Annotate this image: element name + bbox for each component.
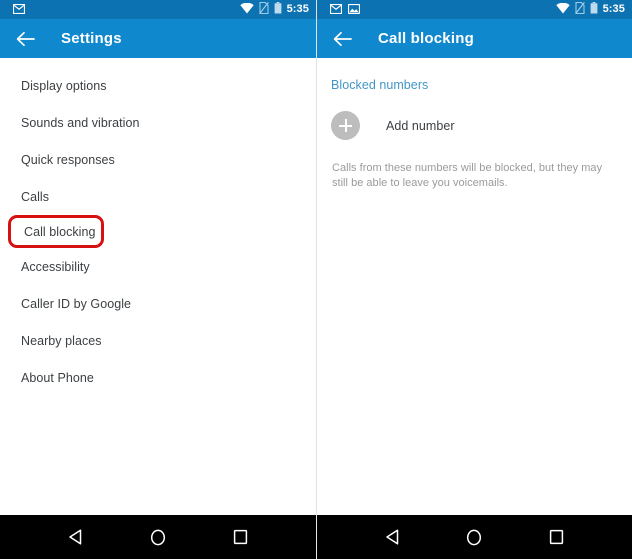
no-sim-icon: [574, 1, 585, 19]
triangle-back-icon[interactable]: [375, 520, 409, 554]
app-bar: Call blocking: [317, 19, 632, 58]
system-navigation-bar: [0, 515, 316, 559]
add-number-button[interactable]: Add number: [317, 111, 632, 140]
sidebar-item-nearby-places[interactable]: Nearby places: [0, 322, 316, 359]
square-recents-icon[interactable]: [540, 520, 574, 554]
circle-home-icon[interactable]: [457, 520, 491, 554]
battery-icon: [274, 1, 282, 19]
status-bar-system-icons: 5:35: [555, 0, 625, 19]
settings-item-label: Calls: [21, 189, 50, 204]
battery-icon: [590, 1, 598, 19]
sidebar-item-call-blocking[interactable]: Call blocking: [8, 215, 104, 248]
sidebar-item-accessibility[interactable]: Accessibility: [0, 248, 316, 285]
back-arrow-icon[interactable]: [331, 28, 353, 50]
status-bar: 5:35: [317, 0, 632, 19]
wifi-icon: [555, 1, 570, 19]
status-bar-notification-icons: [329, 1, 556, 19]
settings-item-label: Call blocking: [24, 224, 96, 239]
square-recents-icon[interactable]: [224, 520, 258, 554]
settings-item-label: About Phone: [21, 370, 94, 385]
sidebar-item-display-options[interactable]: Display options: [0, 67, 316, 104]
settings-content: Display options Sounds and vibration Qui…: [0, 58, 316, 515]
sidebar-item-about-phone[interactable]: About Phone: [0, 359, 316, 396]
status-bar: 5:35: [0, 0, 316, 19]
call-blocking-content: Blocked numbers Add number Calls from th…: [317, 58, 632, 515]
app-bar: Settings: [0, 19, 316, 58]
status-bar-notification-icons: [12, 1, 240, 19]
left-phone-screen: 5:35 Settings Display options Sounds and…: [0, 0, 316, 559]
page-title: Settings: [61, 30, 122, 47]
circle-home-icon[interactable]: [141, 520, 175, 554]
settings-item-label: Caller ID by Google: [21, 296, 132, 311]
back-arrow-icon[interactable]: [14, 28, 36, 50]
add-number-label: Add number: [386, 118, 455, 133]
gmail-icon: [12, 1, 26, 19]
wifi-icon: [239, 1, 254, 19]
gmail-icon: [329, 1, 343, 19]
system-navigation-bar: [317, 515, 632, 559]
status-bar-clock: 5:35: [286, 3, 309, 15]
sidebar-item-calls[interactable]: Calls: [0, 178, 316, 215]
settings-item-label: Nearby places: [21, 333, 102, 348]
settings-item-label: Sounds and vibration: [21, 115, 140, 130]
settings-item-label: Display options: [21, 78, 107, 93]
sidebar-item-sounds-and-vibration[interactable]: Sounds and vibration: [0, 104, 316, 141]
plus-icon: [331, 111, 360, 140]
dual-screenshot-container: 5:35 Settings Display options Sounds and…: [0, 0, 632, 559]
no-sim-icon: [258, 1, 269, 19]
triangle-back-icon[interactable]: [58, 520, 92, 554]
sidebar-item-quick-responses[interactable]: Quick responses: [0, 141, 316, 178]
settings-item-label: Accessibility: [21, 259, 90, 274]
blocking-description-text: Calls from these numbers will be blocked…: [332, 162, 603, 189]
sidebar-item-caller-id-by-google[interactable]: Caller ID by Google: [0, 285, 316, 322]
settings-list: Display options Sounds and vibration Qui…: [0, 58, 316, 396]
page-title: Call blocking: [378, 30, 474, 47]
status-bar-clock: 5:35: [602, 3, 625, 15]
right-phone-screen: 5:35 Call blocking Blocked numbers Add n…: [316, 0, 632, 559]
settings-item-label: Quick responses: [21, 152, 115, 167]
status-bar-system-icons: 5:35: [239, 0, 309, 19]
screenshot-icon: [347, 1, 361, 19]
blocked-numbers-link[interactable]: Blocked numbers: [317, 58, 632, 92]
